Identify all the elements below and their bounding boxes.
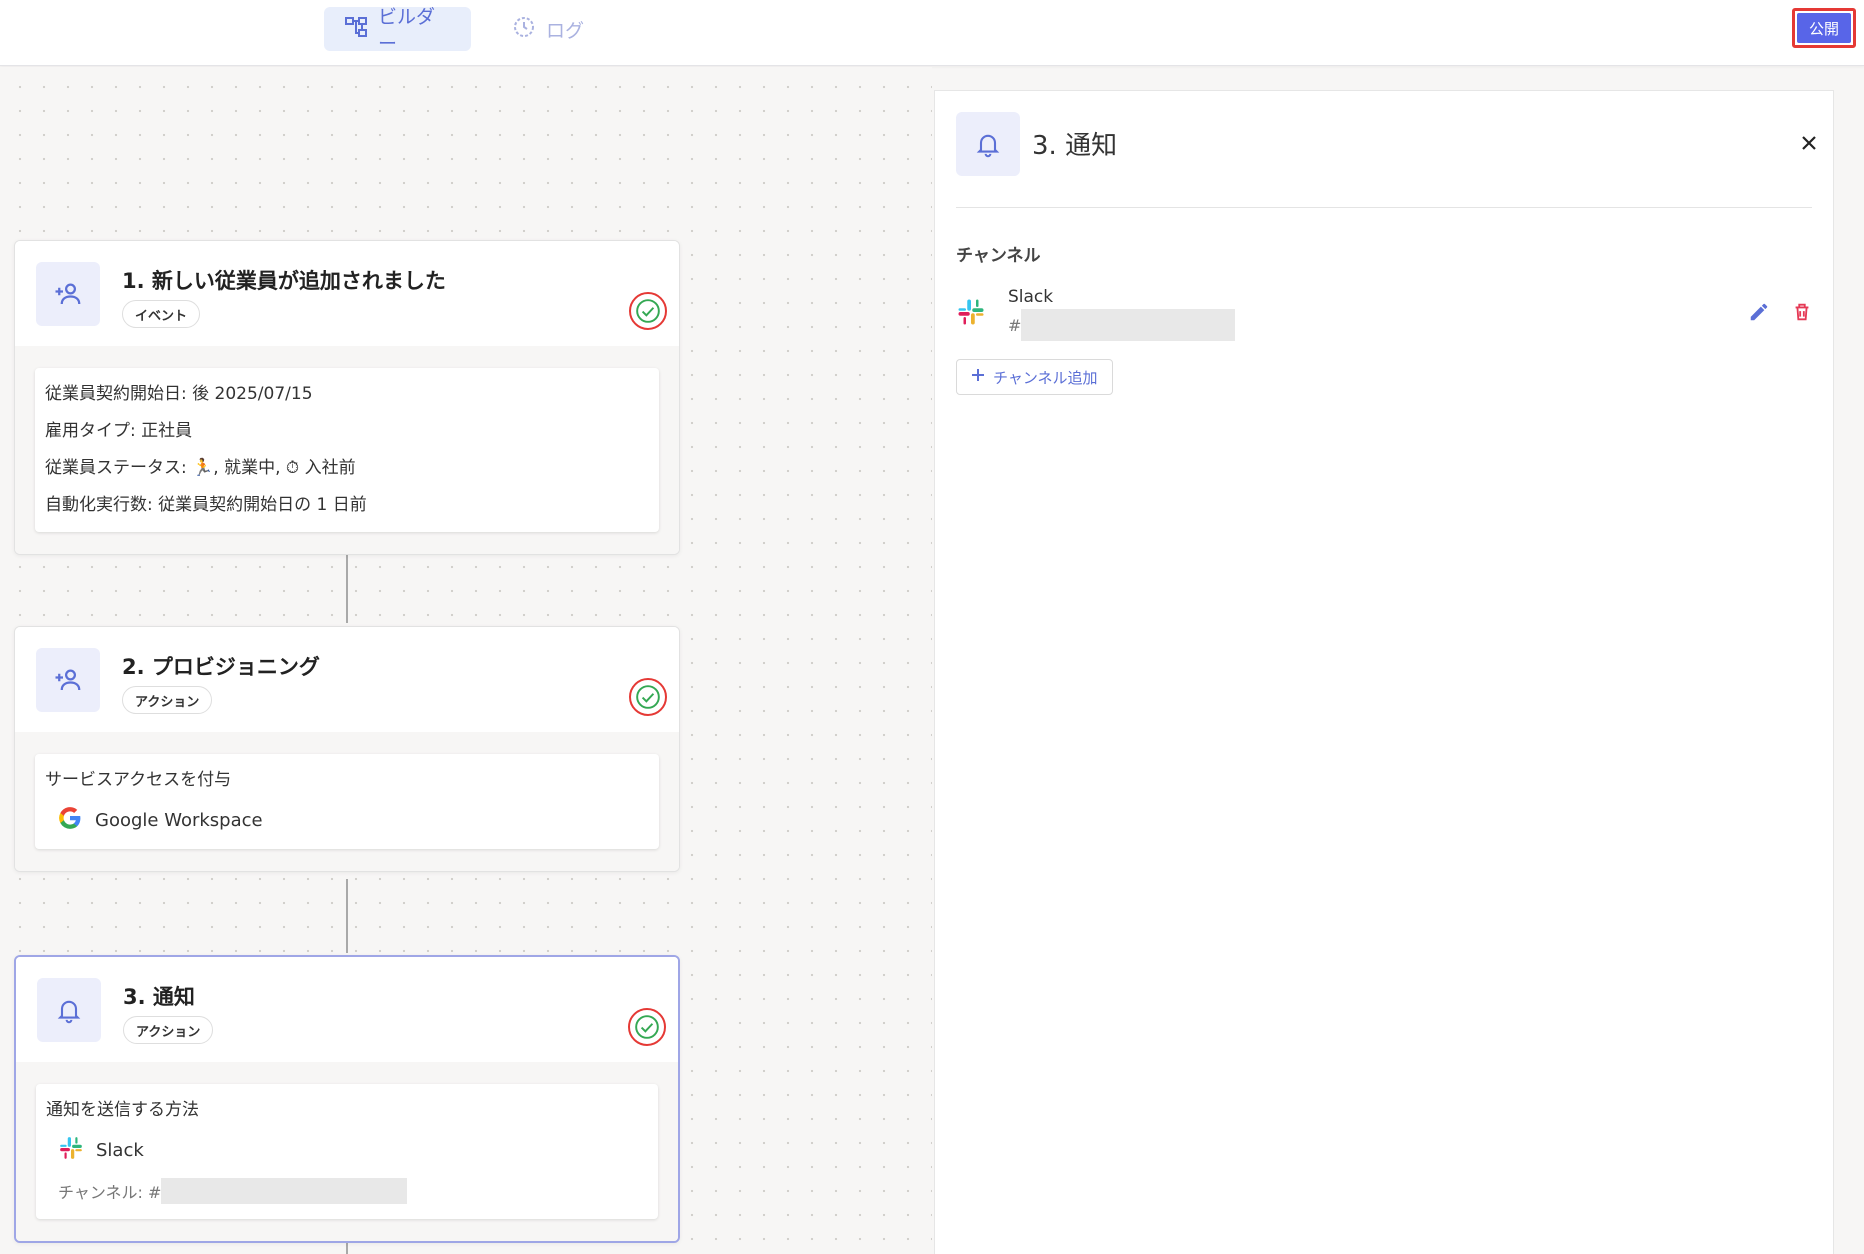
channel-service-name: Slack <box>1008 287 1054 307</box>
node-header: 2. プロビジョニング アクション <box>15 627 679 732</box>
top-bar: ビルダー ログ 公開 <box>0 0 1864 66</box>
channel-line: チャンネル: # <box>46 1171 648 1211</box>
node-conditions: 従業員契約開始日: 後 2025/07/15 雇用タイプ: 正社員 従業員ステー… <box>35 368 659 532</box>
publish-button[interactable]: 公開 <box>1792 8 1856 48</box>
node-header: 1. 新しい従業員が追加されました イベント <box>15 241 679 346</box>
trash-icon[interactable] <box>1791 301 1813 323</box>
close-icon[interactable] <box>1799 133 1819 153</box>
channel-label: チャンネル: # <box>58 1183 162 1202</box>
node-body: サービスアクセスを付与 Google Workspace <box>15 732 679 871</box>
section-label: チャンネル <box>956 246 1041 266</box>
slack-logo-icon <box>956 297 986 331</box>
node-title: 2. プロビジョニング <box>122 655 320 679</box>
node-settings-panel: 3. 通知 チャンネル Slack # チャンネル追加 <box>934 90 1834 1254</box>
slack-logo-icon <box>58 1135 84 1166</box>
workflow-node-event[interactable]: 1. 新しい従業員が追加されました イベント 従業員契約開始日: 後 2025/… <box>14 240 680 555</box>
node-type-badge: アクション <box>122 686 213 714</box>
channel-item: Slack # <box>956 287 1813 341</box>
person-add-icon <box>36 262 100 326</box>
node-type-badge: イベント <box>122 300 201 328</box>
node-body: 通知を送信する方法 Slack チャンネル: # <box>16 1062 678 1241</box>
node-type-badge: アクション <box>123 1016 214 1044</box>
channel-name: # <box>1008 309 1236 341</box>
check-circle-icon <box>629 678 667 716</box>
edit-icon[interactable] <box>1748 301 1770 323</box>
node-header: 3. 通知 アクション <box>16 957 678 1062</box>
bell-icon <box>956 112 1020 176</box>
plus-icon <box>971 368 985 386</box>
service-row: Google Workspace <box>45 799 649 841</box>
action-heading: サービスアクセスを付与 <box>45 770 232 790</box>
workflow-icon <box>344 15 368 44</box>
history-icon <box>512 15 536 44</box>
service-name: Google Workspace <box>95 809 263 831</box>
add-channel-label: チャンネル追加 <box>993 368 1098 387</box>
workflow-node-notification[interactable]: 3. 通知 アクション 通知を送信する方法 Slack チャンネル: # <box>14 955 680 1243</box>
publish-button-label: 公開 <box>1797 13 1851 43</box>
channel-prefix: # <box>1008 315 1022 335</box>
condition-line: 従業員契約開始日: 後 2025/07/15 <box>45 384 313 404</box>
tab-logs[interactable]: ログ <box>492 7 604 51</box>
check-circle-icon <box>629 292 667 330</box>
redacted-channel <box>1021 309 1236 341</box>
workflow-canvas[interactable]: 1. 新しい従業員が追加されました イベント 従業員契約開始日: 後 2025/… <box>0 67 932 1254</box>
divider <box>956 207 1812 208</box>
node-action-detail: 通知を送信する方法 Slack チャンネル: # <box>36 1084 658 1219</box>
node-body: 従業員契約開始日: 後 2025/07/15 雇用タイプ: 正社員 従業員ステー… <box>15 346 679 554</box>
tab-builder[interactable]: ビルダー <box>324 6 471 55</box>
add-channel-button[interactable]: チャンネル追加 <box>956 359 1113 395</box>
connector-line <box>346 549 348 623</box>
bell-icon <box>37 978 101 1042</box>
workflow-node-provisioning[interactable]: 2. プロビジョニング アクション サービスアクセスを付与 Google Wor… <box>14 626 680 872</box>
redacted-channel <box>161 1178 408 1204</box>
node-title: 3. 通知 <box>123 985 195 1009</box>
tab-logs-label: ログ <box>546 19 585 42</box>
node-action-detail: サービスアクセスを付与 Google Workspace <box>35 754 659 849</box>
service-row: Slack <box>46 1129 648 1171</box>
panel-title: 3. 通知 <box>1032 131 1118 161</box>
node-title: 1. 新しい従業員が追加されました <box>122 269 446 293</box>
condition-line: 自動化実行数: 従業員契約開始日の 1 日前 <box>45 495 367 515</box>
action-heading: 通知を送信する方法 <box>46 1100 199 1120</box>
check-circle-icon <box>628 1008 666 1046</box>
person-add-icon <box>36 648 100 712</box>
condition-line: 雇用タイプ: 正社員 <box>45 421 193 441</box>
tab-builder-label: ビルダー <box>378 6 436 55</box>
google-logo-icon <box>57 805 83 836</box>
service-name: Slack <box>96 1139 144 1161</box>
condition-line: 従業員ステータス: 🏃, 就業中, ⏱ 入社前 <box>45 458 356 478</box>
connector-line <box>346 879 348 953</box>
